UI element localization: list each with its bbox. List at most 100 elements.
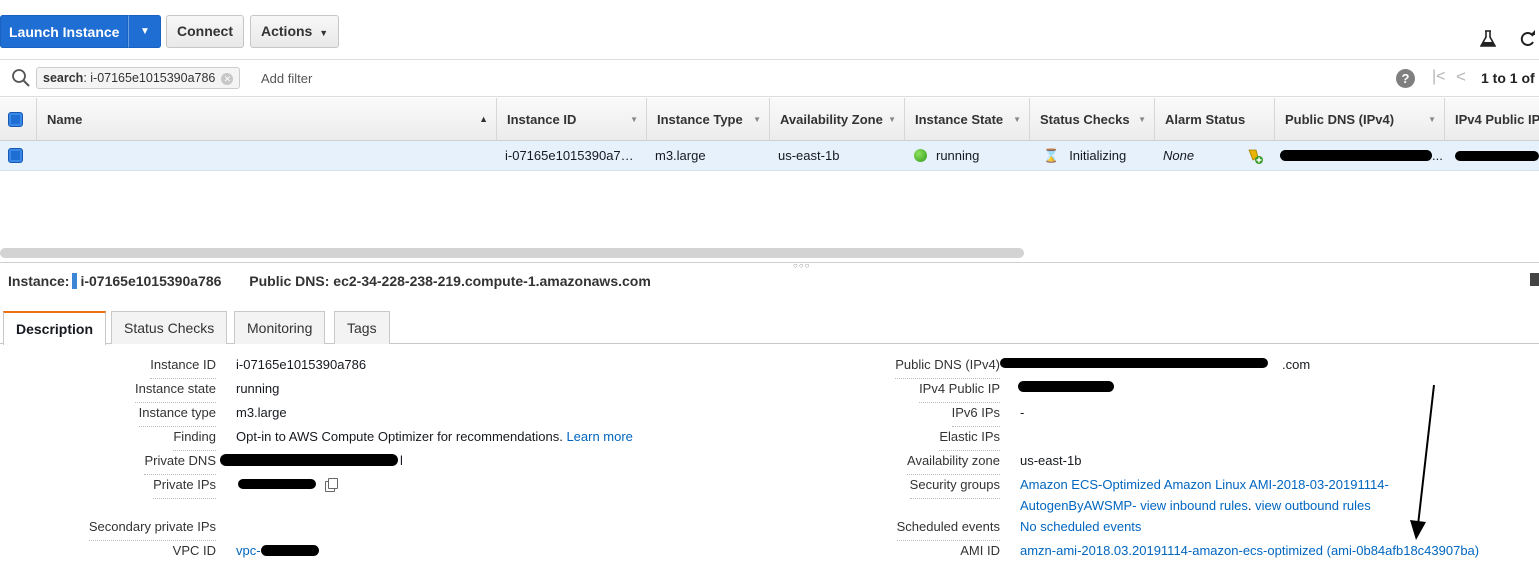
sort-icon: ▼: [1013, 115, 1021, 124]
value-instance-type: m3.large: [236, 405, 287, 420]
label-public-dns-ipv4: Public DNS (IPv4): [895, 357, 1000, 379]
label-security-groups: Security groups: [909, 477, 1000, 499]
create-alarm-icon[interactable]: [1246, 147, 1264, 165]
redacted-ipv4: [1455, 151, 1539, 161]
launch-instance-button[interactable]: Launch Instance: [0, 15, 129, 48]
connect-button[interactable]: Connect: [166, 15, 244, 48]
label-ami-id: AMI ID: [960, 543, 1000, 564]
hourglass-icon: ⌛: [1043, 148, 1060, 163]
sort-icon: ▼: [1428, 115, 1436, 124]
search-filter-token[interactable]: search: i-07165e1015390a786 ✕: [36, 67, 241, 89]
sort-ascending-icon: ▲: [479, 114, 488, 124]
row-alarm-status: None: [1163, 148, 1195, 163]
redacted-public-dns-ipv4: [1000, 358, 1268, 368]
first-page-icon[interactable]: |<: [1432, 68, 1446, 86]
view-inbound-rules-link[interactable]: view inbound rules: [1140, 498, 1248, 513]
label-private-ips: Private IPs: [153, 477, 216, 499]
label-instance-state: Instance state: [135, 381, 216, 403]
label-secondary-private-ips: Secondary private IPs: [88, 519, 216, 541]
value-ipv6-ips: -: [1020, 405, 1025, 420]
toolbar: Launch Instance ▼ Connect Actions ▼: [0, 0, 1539, 58]
column-header-status-checks[interactable]: Status Checks ▼: [1029, 98, 1154, 141]
search-bar: search: i-07165e1015390a786 ✕ ? |< < 1 to…: [0, 59, 1539, 97]
sort-icon: ▼: [1138, 115, 1146, 124]
value-public-dns-tail: .com: [1282, 357, 1311, 372]
refresh-icon[interactable]: [1518, 30, 1538, 48]
previous-page-icon[interactable]: <: [1456, 67, 1466, 87]
tab-status-checks[interactable]: Status Checks: [111, 311, 228, 344]
add-filter-input[interactable]: [261, 68, 561, 88]
row-instance-id: i-07165e1015390a7…: [505, 148, 634, 163]
pagination-text: 1 to 1 of: [1481, 70, 1535, 86]
maximize-panel-icon[interactable]: [1530, 273, 1539, 286]
filter-token-key: search: [43, 71, 84, 85]
tab-monitoring[interactable]: Monitoring: [234, 311, 326, 344]
flask-icon[interactable]: [1480, 30, 1496, 48]
instance-id: i-07165e1015390a786: [80, 273, 222, 289]
public-dns-label: Public DNS:: [249, 273, 330, 289]
redacted-private-ips: [238, 479, 316, 489]
label-ipv6-ips: IPv6 IPs: [951, 405, 1000, 427]
column-header-instance-state[interactable]: Instance State ▼: [904, 98, 1029, 141]
row-checkbox[interactable]: [8, 148, 23, 163]
chevron-down-icon: ▼: [319, 28, 329, 38]
redacted-vpc-id: [261, 545, 319, 556]
table-row[interactable]: i-07165e1015390a7… m3.large us-east-1b r…: [0, 141, 1539, 171]
label-finding: Finding: [173, 429, 216, 451]
security-group-link[interactable]: Amazon ECS-Optimized Amazon Linux AMI-20…: [1020, 477, 1389, 493]
column-header-alarm-status[interactable]: Alarm Status: [1154, 98, 1274, 141]
value-instance-state: running: [236, 381, 280, 396]
pane-splitter[interactable]: [0, 262, 1539, 263]
column-header-ipv4-public-ip[interactable]: IPv4 Public IP: [1444, 98, 1539, 141]
drag-handle-icon[interactable]: ○○○: [793, 261, 811, 270]
horizontal-scrollbar[interactable]: [0, 248, 1024, 258]
help-icon[interactable]: ?: [1396, 69, 1415, 88]
row-public-dns-ellipsis: ...: [1432, 148, 1443, 163]
view-outbound-rules-link[interactable]: view outbound rules: [1255, 498, 1371, 513]
search-icon: [12, 69, 30, 87]
tab-tags[interactable]: Tags: [334, 311, 390, 344]
column-header-instance-type[interactable]: Instance Type ▼: [646, 98, 769, 141]
redacted-private-dns: [220, 454, 398, 466]
public-dns-value: ec2-34-228-238-219.compute-1.amazonaws.c…: [333, 273, 651, 289]
launch-dropdown-caret-icon[interactable]: ▼: [128, 15, 162, 48]
close-icon[interactable]: ✕: [221, 72, 234, 85]
label-elastic-ips: Elastic IPs: [939, 429, 1000, 451]
filter-token-value: : i-07165e1015390a786: [83, 71, 216, 85]
column-header-availability-zone[interactable]: Availability Zone ▼: [769, 98, 904, 141]
value-vpc-id[interactable]: vpc-: [236, 543, 261, 559]
learn-more-link[interactable]: Learn more: [566, 429, 632, 444]
label-availability-zone: Availability zone: [907, 453, 1000, 475]
value-scheduled-events[interactable]: No scheduled events: [1020, 519, 1141, 535]
value-security-groups: Amazon ECS-Optimized Amazon Linux AMI-20…: [1020, 477, 1389, 514]
instance-detail-header: Instance: i-07165e1015390a786 Public DNS:…: [8, 273, 651, 289]
select-all-checkbox[interactable]: [8, 112, 23, 127]
detail-tabs: Description Status Checks Monitoring Tag…: [0, 311, 1539, 345]
sort-icon: ▼: [753, 115, 761, 124]
label-scheduled-events: Scheduled events: [896, 519, 1000, 541]
value-private-dns-tail: l: [400, 453, 403, 468]
column-header-instance-id[interactable]: Instance ID ▼: [496, 98, 646, 141]
row-availability-zone: us-east-1b: [778, 148, 840, 163]
row-status-checks: ⌛ Initializing: [1043, 141, 1126, 171]
value-finding: Opt-in to AWS Compute Optimizer for reco…: [236, 429, 633, 444]
value-availability-zone: us-east-1b: [1020, 453, 1082, 468]
redacted-public-dns: [1280, 150, 1432, 161]
label-instance-id: Instance ID: [150, 357, 216, 379]
launch-instance-split-button: Launch Instance ▼: [0, 15, 162, 48]
column-header-public-dns[interactable]: Public DNS (IPv4) ▼: [1274, 98, 1444, 141]
actions-button[interactable]: Actions ▼: [250, 15, 340, 48]
annotation-arrow-icon: [1410, 384, 1435, 540]
copy-icon[interactable]: [325, 478, 338, 492]
instances-table-header: Name ▲ Instance ID ▼ Instance Type ▼ Availa…: [0, 98, 1539, 141]
redacted-ipv4-public-ip: [1018, 381, 1114, 392]
sort-icon: ▼: [888, 115, 896, 124]
label-vpc-id: VPC ID: [173, 543, 216, 564]
sort-icon: ▼: [630, 115, 638, 124]
security-group-link-cont[interactable]: AutogenByAWSMP-: [1020, 498, 1137, 513]
value-ami-id[interactable]: amzn-ami-2018.03.20191114-amazon-ecs-opt…: [1020, 543, 1479, 559]
tab-description[interactable]: Description: [3, 311, 107, 345]
column-header-name[interactable]: Name ▲: [36, 98, 496, 141]
label-instance-type: Instance type: [138, 405, 216, 427]
actions-label: Actions: [261, 23, 313, 39]
